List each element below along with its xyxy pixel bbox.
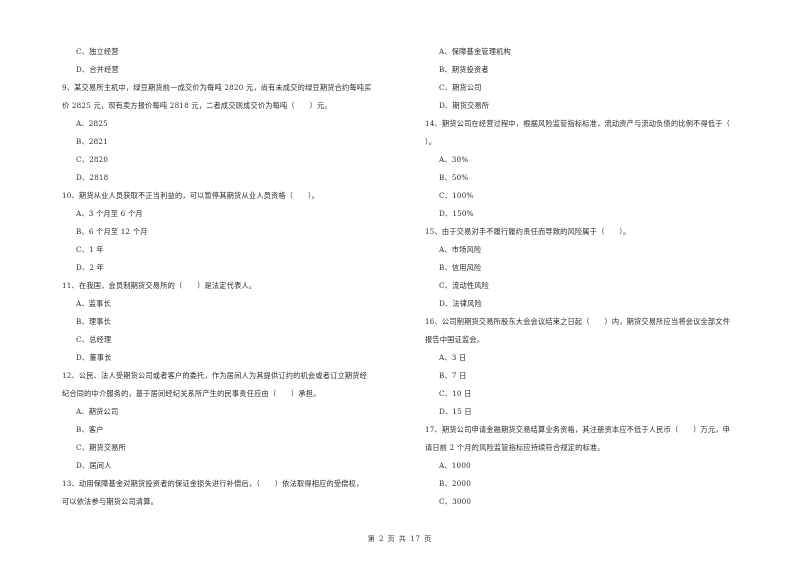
q13-option-a: A、保障基金管理机构 [439, 47, 511, 56]
q14-option-b: B、50% [439, 173, 469, 182]
q10-option-d: D、2 年 [76, 263, 104, 272]
q15-option-c: C、流动性风险 [439, 281, 490, 290]
q12-option-d: D、居间人 [76, 461, 112, 470]
q9-option-b: B、2821 [76, 137, 108, 146]
q16-text-line2: 报告中国证监会。 [425, 335, 485, 344]
q15-option-b: B、信用风险 [439, 263, 482, 272]
q13-option-b: B、期货投资者 [439, 65, 489, 74]
exam-page: C、独立经营 D、合并经营 9、某交易所主机中，绿豆期货前一成交价为每吨 282… [0, 0, 800, 565]
q15-option-d: D、法律风险 [439, 299, 482, 308]
q9-option-c: C、2820 [76, 155, 109, 164]
q15-text-line1: 15、由于交易对手不履行履约责任而导致的风险属于（ ）。 [425, 227, 631, 236]
q11-option-a: A、监事长 [76, 299, 111, 308]
q15-option-a: A、市场风险 [439, 245, 482, 254]
q9-text-line2: 价 2825 元，现有卖方报价每吨 2818 元，二者成交则成交价为每吨（ ）元… [62, 101, 332, 110]
q16-option-a: A、3 日 [439, 353, 467, 362]
q9-text-line1: 9、某交易所主机中，绿豆期货前一成交价为每吨 2820 元，尚有未成交的绿豆期货… [62, 83, 372, 92]
q17-text-line2: 请日前 2 个月的风险监管指标应持续符合规定的标准。 [425, 443, 605, 452]
q10-option-a: A、3 个月至 6 个月 [76, 209, 143, 218]
q10-option-c: C、1 年 [76, 245, 104, 254]
q16-text-line1: 16、公司制期货交易所股东大会会议结束之日起（ ）内，期货交易所应当将会议全部文… [425, 317, 731, 326]
q11-option-c: C、总经理 [76, 335, 112, 344]
q12-text-line1: 12、公民、法人受期货公司或者客户的委托，作为居间人为其提供订约的机会或者订立期… [62, 371, 368, 380]
q14-text-line1: 14、期货公司在经营过程中，根据风险监管指标标准，流动资产与流动负债的比例不得低… [425, 119, 731, 128]
q17-option-a: A、1000 [439, 461, 471, 470]
q12-text-line2: 纪合同的中介服务的，基于居间经纪关系所产生的民事责任应由（ ）承担。 [62, 389, 321, 398]
q13-text-line1: 13、动用保障基金对期货投资者的保证金损失进行补偿后，（ ）依法取得相应的受偿权… [62, 479, 364, 488]
q16-option-d: D、15 日 [439, 407, 472, 416]
q9-option-d: D、2818 [76, 173, 109, 182]
q17-option-b: B、2000 [439, 479, 471, 488]
q14-option-a: A、30% [439, 155, 469, 164]
q10-text-line1: 10、期货从业人员获取不正当利益的，可以暂停其期货从业人员资格（ ）。 [62, 191, 320, 200]
page-indicator: 第 2 页 共 17 页 [367, 535, 433, 543]
q10-option-b: B、6 个月至 12 个月 [76, 227, 148, 236]
q11-text-line1: 11、在我国，会员制期货交易所的（ ）是法定代表人。 [62, 281, 257, 290]
q8-option-d: D、合并经营 [76, 65, 119, 74]
q12-option-c: C、期货交易所 [76, 443, 127, 452]
q17-option-c: C、3000 [439, 497, 472, 506]
q13-text-line2: 可以依法参与期货公司清算。 [62, 497, 159, 506]
q13-option-d: D、期货交易所 [439, 101, 490, 110]
q16-option-c: C、10 日 [439, 389, 472, 398]
q14-text-line2: ）。 [425, 137, 437, 146]
q17-text-line1: 17、期货公司申请金融期货交易结算业务资格，其注册资本应不低于人民币（ ）万元，… [425, 425, 731, 434]
q11-option-d: D、董事长 [76, 353, 112, 362]
q16-option-b: B、7 日 [439, 371, 467, 380]
q12-option-a: A、期货公司 [76, 407, 119, 416]
q11-option-b: B、理事长 [76, 317, 112, 326]
q14-option-d: D、150% [439, 209, 474, 218]
q9-option-a: A、2825 [76, 119, 108, 128]
q8-option-c: C、独立经营 [76, 47, 119, 56]
q14-option-c: C、100% [439, 191, 474, 200]
q13-option-c: C、期货公司 [439, 83, 482, 92]
q12-option-b: B、客户 [76, 425, 104, 434]
